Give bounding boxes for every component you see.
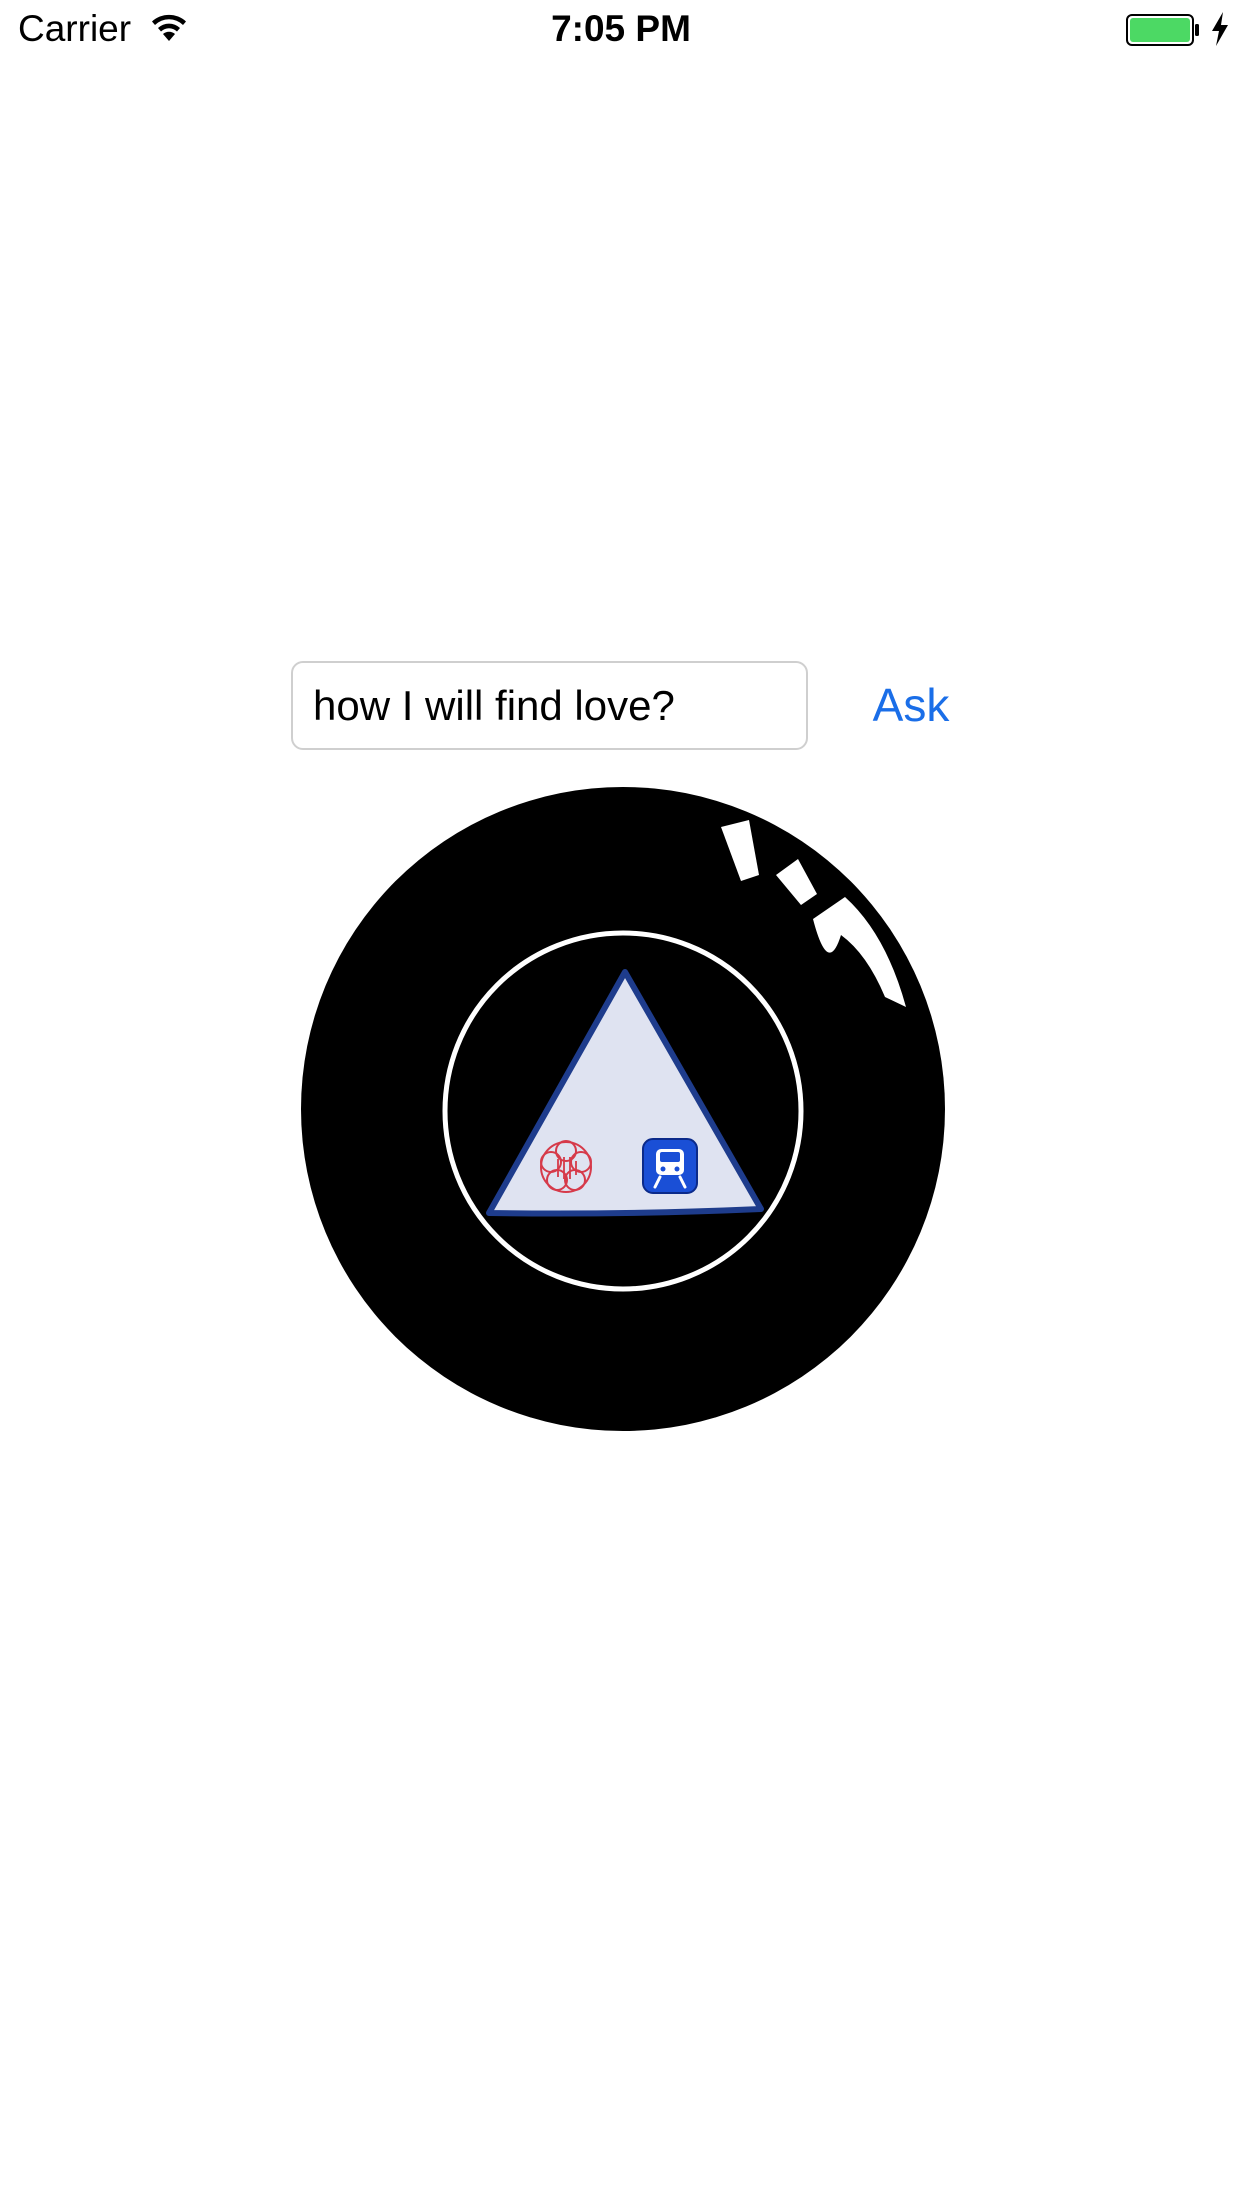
- magic-8-ball[interactable]: [301, 787, 945, 1431]
- battery-icon: [1126, 14, 1199, 46]
- train-icon: [642, 1138, 698, 1194]
- status-bar: Carrier 7:05 PM: [0, 0, 1242, 60]
- question-input[interactable]: [291, 661, 808, 750]
- charging-bolt-icon: [1212, 12, 1228, 46]
- clock: 7:05 PM: [551, 8, 691, 49]
- ask-button[interactable]: Ask: [856, 670, 966, 740]
